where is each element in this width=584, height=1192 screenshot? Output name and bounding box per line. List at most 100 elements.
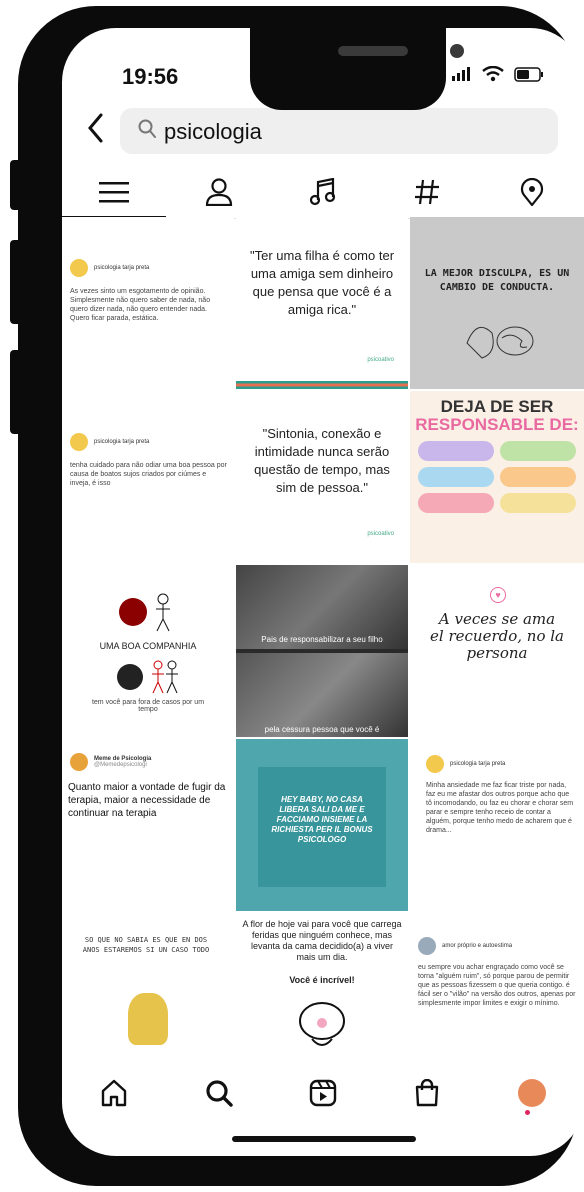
status-icons bbox=[452, 66, 544, 82]
nav-shop[interactable] bbox=[375, 1068, 479, 1118]
profile-avatar bbox=[517, 1079, 546, 1107]
nav-profile[interactable] bbox=[480, 1068, 584, 1118]
post-text: A veces se ama el recuerdo, no la person… bbox=[430, 610, 564, 662]
rooster-brain-illustration bbox=[466, 326, 534, 359]
bubble bbox=[500, 441, 576, 461]
brand-logo-text: psicoativo bbox=[367, 357, 394, 363]
author-name: psicologia tarja preta bbox=[94, 439, 150, 445]
post-caption: tem você para fora de casos por um tempo bbox=[91, 699, 205, 713]
search-input[interactable] bbox=[162, 114, 546, 150]
search-tabs bbox=[62, 168, 584, 216]
home-indicator[interactable] bbox=[232, 1136, 416, 1142]
avatar bbox=[418, 937, 436, 955]
post-tile[interactable]: amor próprio e autoestima eu sempre vou … bbox=[410, 913, 584, 1085]
post-text: Quanto maior a vontade de fugir da terap… bbox=[68, 782, 226, 819]
post-tile[interactable]: "Ter uma filha é como ter uma amiga sem … bbox=[236, 217, 408, 389]
post-text: eu sempre vou achar engraçado como você … bbox=[418, 964, 576, 1007]
post-subtitle: RESPONSABLE DE: bbox=[415, 415, 579, 434]
tab-places[interactable] bbox=[480, 168, 584, 216]
front-camera bbox=[450, 44, 464, 58]
post-tile[interactable]: HEY BABY, NO CASA LIBERA SALI DA ME E FA… bbox=[236, 739, 408, 911]
search-icon bbox=[206, 1080, 233, 1107]
search-icon bbox=[138, 119, 156, 138]
music-icon bbox=[310, 178, 336, 206]
flork-illustration bbox=[299, 1002, 345, 1046]
shop-icon bbox=[416, 1079, 439, 1107]
post-tile[interactable]: UMA BOA COMPANHIA tem você para fora de … bbox=[62, 565, 234, 737]
battery-icon bbox=[514, 66, 543, 82]
tab-audio[interactable] bbox=[271, 168, 375, 216]
status-time: 19:56 bbox=[122, 64, 179, 89]
post-tile[interactable]: SO QUE NO SABIA ES QUE EN DOS ANOS ESTAR… bbox=[62, 913, 234, 1085]
person-icon bbox=[205, 178, 232, 206]
tab-accounts[interactable] bbox=[166, 168, 270, 216]
menu-icon bbox=[99, 182, 130, 203]
bubble bbox=[418, 441, 494, 461]
avatar bbox=[70, 433, 88, 451]
back-arrow-icon[interactable] bbox=[86, 112, 106, 144]
results-grid: psicologia tarja preta As vezes sinto um… bbox=[62, 217, 584, 1085]
stripe-decoration bbox=[236, 381, 408, 389]
speaker bbox=[338, 46, 408, 56]
app-screen: 19:56 psicologia psicologia tarja preta … bbox=[62, 28, 584, 1156]
post-tile[interactable]: ♥ A veces se ama el recuerdo, no la pers… bbox=[410, 565, 584, 737]
post-tile[interactable]: "Sintonia, conexão e intimidade nunca se… bbox=[236, 391, 408, 563]
avatar bbox=[426, 755, 444, 773]
bubble bbox=[500, 493, 576, 513]
post-tile[interactable]: A flor de hoje vai para você que carrega… bbox=[236, 913, 408, 1085]
wifi-icon bbox=[482, 66, 504, 82]
bubble bbox=[418, 493, 494, 513]
post-title: DEJA DE SER bbox=[440, 397, 554, 416]
post-tile[interactable]: Meme de Psicologia @Memedepsicologi Quan… bbox=[62, 739, 234, 911]
nav-search[interactable] bbox=[166, 1068, 270, 1118]
post-text: As vezes sinto um esgotamento de opinião… bbox=[70, 288, 211, 322]
caption-bottom: pela cessura pessoa que você é bbox=[264, 725, 380, 734]
figure-illustration bbox=[128, 993, 168, 1045]
avatar bbox=[70, 753, 88, 771]
post-subtext: Você é incrível! bbox=[289, 975, 355, 985]
notch bbox=[250, 28, 464, 110]
bubble bbox=[500, 467, 576, 487]
author-name: psicologia tarja preta bbox=[450, 761, 506, 767]
signal-icon bbox=[452, 67, 470, 81]
post-author: Meme de Psicologia @Memedepsicologi bbox=[70, 753, 151, 771]
search-box[interactable] bbox=[120, 108, 558, 154]
post-text: LA MEJOR DISCULPA, ES UN CAMBIO DE CONDU… bbox=[424, 268, 570, 293]
post-author: psicologia tarja preta bbox=[426, 755, 505, 773]
post-tile[interactable]: psicologia tarja preta tenha cuidado par… bbox=[62, 391, 234, 563]
bubble bbox=[418, 467, 494, 487]
post-tile[interactable]: DEJA DE SER RESPONSABLE DE: bbox=[410, 391, 584, 563]
stickman-illustration bbox=[119, 593, 170, 632]
author-block: Meme de Psicologia @Memedepsicologi bbox=[94, 756, 151, 768]
post-tile[interactable]: Pais de responsabilizar a seu filho pela… bbox=[236, 565, 408, 737]
heart-icon: ♥ bbox=[490, 587, 506, 603]
post-text: UMA BOA COMPANHIA bbox=[99, 641, 197, 651]
post-tile[interactable]: psicologia tarja preta As vezes sinto um… bbox=[62, 217, 234, 389]
post-text: HEY BABY, NO CASA LIBERA SALI DA ME E FA… bbox=[271, 795, 373, 844]
stickman-illustration bbox=[117, 660, 178, 694]
post-text: SO QUE NO SABIA ES QUE EN DOS ANOS ESTAR… bbox=[82, 936, 210, 954]
post-tile[interactable]: psicologia tarja preta Minha ansiedade m… bbox=[410, 739, 584, 911]
author-name: psicologia tarja preta bbox=[94, 265, 150, 271]
location-icon bbox=[520, 178, 543, 206]
post-quote: "Ter uma filha é como ter uma amiga sem … bbox=[249, 248, 395, 317]
author-handle: @Memedepsicologi bbox=[94, 762, 147, 768]
brand-logo-text: psicoativo bbox=[367, 531, 394, 537]
nav-home[interactable] bbox=[62, 1068, 166, 1118]
tab-tags[interactable] bbox=[375, 168, 479, 216]
post-text: A flor de hoje vai para você que carrega… bbox=[242, 919, 402, 962]
tab-top[interactable] bbox=[62, 168, 166, 216]
nav-reels[interactable] bbox=[271, 1068, 375, 1118]
post-quote: "Sintonia, conexão e intimidade nunca se… bbox=[254, 426, 390, 495]
notification-dot bbox=[524, 1110, 530, 1115]
hashtag-icon bbox=[415, 179, 440, 205]
reels-icon bbox=[309, 1079, 337, 1107]
search-row bbox=[62, 104, 584, 162]
bubble-list bbox=[418, 441, 576, 513]
post-text: tenha cuidado para não odiar uma boa pes… bbox=[70, 462, 227, 487]
post-tile[interactable]: LA MEJOR DISCULPA, ES UN CAMBIO DE CONDU… bbox=[410, 217, 584, 389]
caption-top: Pais de responsabilizar a seu filho bbox=[261, 635, 383, 644]
post-author: psicologia tarja preta bbox=[70, 433, 149, 451]
post-author: psicologia tarja preta bbox=[70, 259, 149, 277]
post-author: amor próprio e autoestima bbox=[418, 937, 512, 955]
